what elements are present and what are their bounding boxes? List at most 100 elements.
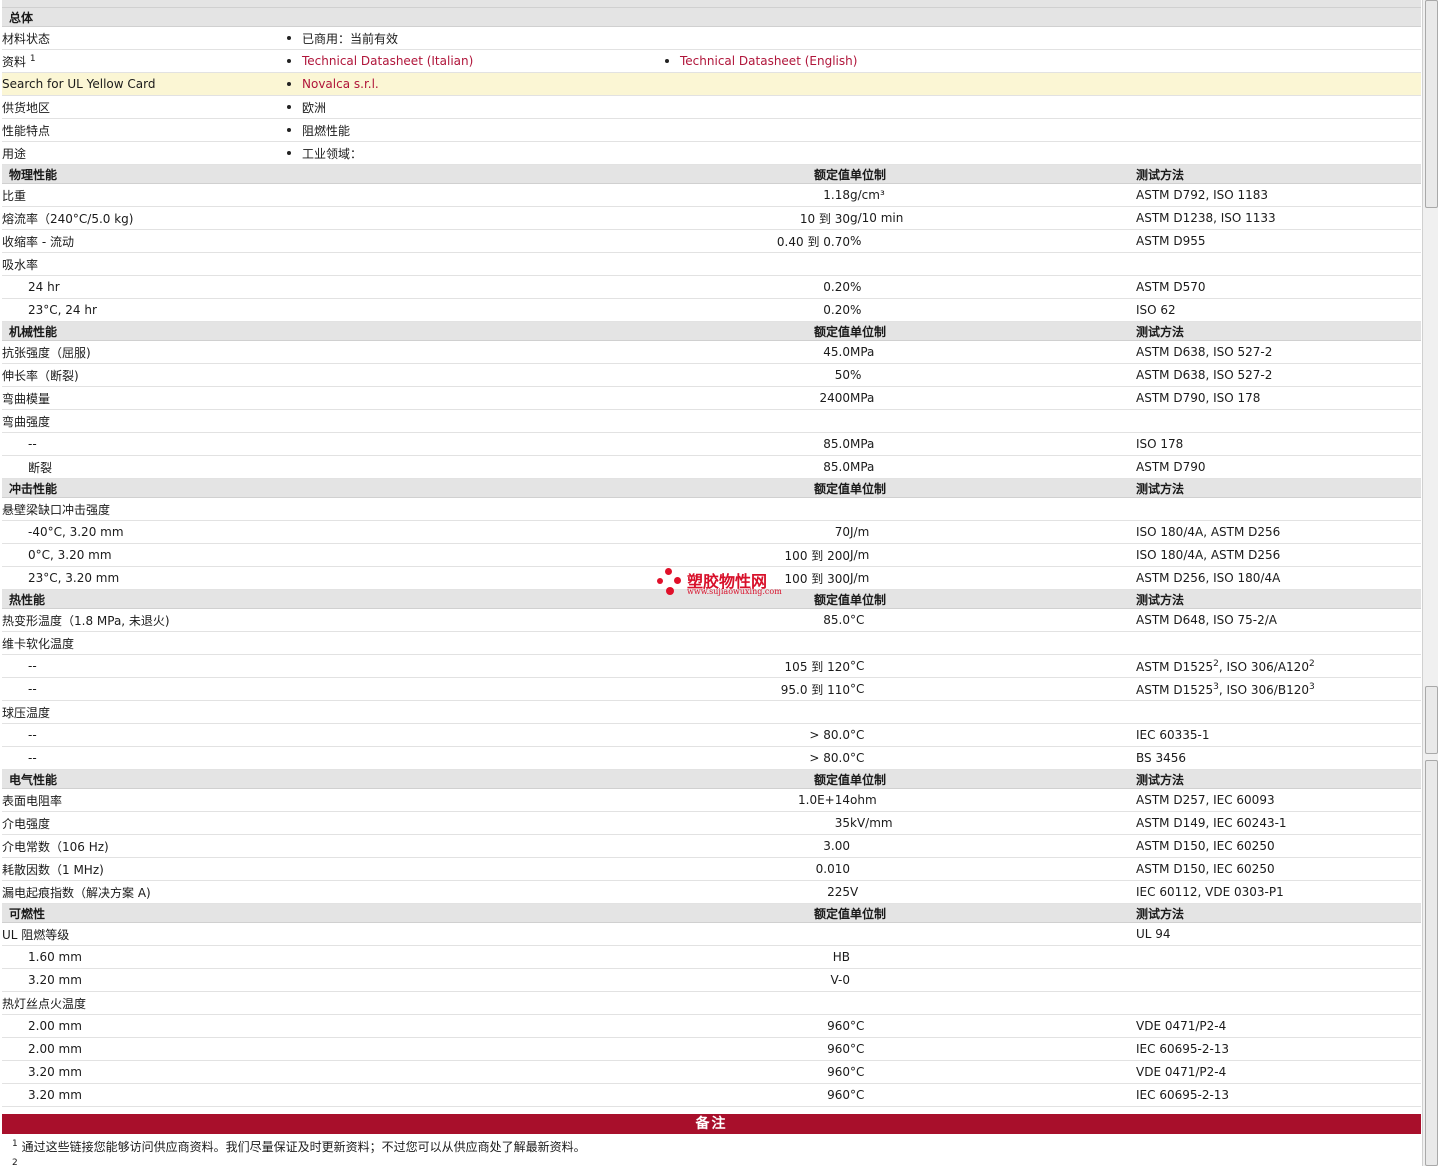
unit-value: °C [850,677,1136,701]
row-documents: 资料 1 Technical Datasheet (Italian) Techn… [2,49,1421,73]
table-row: 抗张强度（屈服) 45.0 MPa ASTM D638, ISO 527-2 [2,340,1421,364]
nominal-value: V-0 [284,968,850,992]
property-label: 收缩率 - 流动 [2,229,284,253]
col-method-header: 测试方法 [1136,164,1421,184]
property-label: 熔流率（240°C/5.0 kg) [2,206,284,230]
unit-value [850,991,1136,1015]
table-row: -- > 80.0 °C BS 3456 [2,746,1421,770]
unit-value: MPa [850,386,1136,410]
nominal-value: 35 [284,811,850,835]
footnote-number: 1 [12,1139,18,1149]
section-title: 热性能 [2,589,284,609]
unit-value: ohm [850,788,1136,812]
nominal-value: 960 [284,1060,850,1084]
col-nominal-header: 额定值 [284,769,850,789]
table-row: -- 95.0 到 110 °C ASTM D15253, ISO 306/B1203 [2,677,1421,701]
property-label: 漏电起痕指数（解决方案 A) [2,880,284,904]
col-method-header: 测试方法 [1136,321,1421,341]
scroll-thumb[interactable] [1425,0,1438,208]
property-label: 表面电阻率 [2,788,284,812]
unit-value: MPa [850,455,1136,479]
table-row: 3.20 mm V-0 [2,968,1421,992]
property-label: -40°C, 3.20 mm [2,520,284,544]
vertical-scrollbar[interactable] [1422,0,1438,1166]
bullet-icon [287,81,291,86]
property-label: 热变形温度（1.8 MPa, 未退火) [2,608,284,632]
unit-value [850,945,1136,969]
test-method: ASTM D15252, ISO 306/A1202 [1136,654,1421,678]
col-nominal-header: 额定值 [284,903,850,923]
table-row: 热变形温度（1.8 MPa, 未退火) 85.0 °C ASTM D648, ISO … [2,608,1421,632]
notes-header: 备注 [2,1114,1421,1134]
test-method [1136,991,1421,1015]
property-label: 球压温度 [2,700,284,724]
bullet-icon [665,58,669,63]
col-unit-header: 单位制 [850,589,1136,609]
test-method: ISO 180/4A, ASTM D256 [1136,520,1421,544]
row-label: 性能特点 [2,118,284,142]
nominal-value: 960 [284,1037,850,1061]
unit-value: % [850,229,1136,253]
test-method: ASTM D638, ISO 527-2 [1136,363,1421,387]
section-mechanical-header: 机械性能 额定值 单位制 测试方法 [2,321,1421,341]
col-method-header: 测试方法 [1136,589,1421,609]
section-physical-header: 物理性能 额定值 单位制 测试方法 [2,164,1421,184]
table-row: 维卡软化温度 [2,631,1421,655]
bullet-icon [287,128,291,132]
nominal-value [284,991,850,1015]
watermark-url: www.sujiaowuxing.com [687,587,782,596]
nominal-value [284,700,850,724]
nominal-value: 1.0E+14 [284,788,850,812]
test-method [1136,700,1421,724]
test-method: ISO 180/4A, ASTM D256 [1136,543,1421,567]
nominal-value: 0.20 [284,275,850,299]
nominal-value: 70 [284,520,850,544]
unit-value: °C [850,1060,1136,1084]
table-row: 比重 1.18 g/cm³ ASTM D792, ISO 1183 [2,183,1421,207]
footnote-2: 2 [12,1158,18,1172]
scroll-thumb[interactable] [1425,686,1438,754]
property-label: 维卡软化温度 [2,631,284,655]
table-row: -- 105 到 120 °C ASTM D15252, ISO 306/A1202 [2,654,1421,678]
property-label: 弯曲模量 [2,386,284,410]
test-method: ASTM D149, IEC 60243-1 [1136,811,1421,835]
unit-value: g/cm³ [850,183,1136,207]
top-strip [2,0,1421,8]
test-method: ASTM D257, IEC 60093 [1136,788,1421,812]
test-method [1136,945,1421,969]
table-row: 2.00 mm 960 °C IEC 60695-2-13 [2,1037,1421,1061]
unit-value [850,922,1136,946]
test-method: ASTM D150, IEC 60250 [1136,834,1421,858]
watermark-logo: 塑胶物性网 www.sujiaowuxing.com [655,566,805,600]
ul-search-label: Search for UL Yellow Card [2,72,284,96]
table-row: -- 85.0 MPa ISO 178 [2,432,1421,456]
nominal-value: 85.0 [284,455,850,479]
property-label: -- [2,723,284,747]
col-unit-header: 单位制 [850,164,1136,184]
unit-value [850,497,1136,521]
nominal-value: 85.0 [284,608,850,632]
col-nominal-header: 额定值 [284,321,850,341]
test-method: IEC 60695-2-13 [1136,1083,1421,1107]
table-row: 介电常数（106 Hz) 3.00 ASTM D150, IEC 60250 [2,834,1421,858]
col-nominal-header: 额定值 [284,478,850,498]
footnote-ref: 2 [1308,658,1315,669]
doc-link-italian[interactable]: Technical Datasheet (Italian) [302,54,473,68]
doc-link-english[interactable]: Technical Datasheet (English) [680,54,857,68]
table-row: 熔流率（240°C/5.0 kg) 10 到 30 g/10 min ASTM D12… [2,206,1421,230]
row-ul-yellow-card: Search for UL Yellow Card Novalca s.r.l. [2,72,1421,96]
unit-value: V [850,880,1136,904]
bullet-icon [287,58,291,63]
row-label: 供货地区 [2,95,284,119]
test-method: ASTM D150, IEC 60250 [1136,857,1421,881]
section-title: 机械性能 [2,321,284,341]
unit-value: °C [850,746,1136,770]
footnote-ref: 3 [1308,681,1315,692]
supplier-link[interactable]: Novalca s.r.l. [302,77,379,91]
logo-dot-icon [666,587,674,595]
table-row: 3.20 mm 960 °C IEC 60695-2-13 [2,1083,1421,1107]
test-method: ASTM D790 [1136,455,1421,479]
scroll-thumb[interactable] [1425,760,1438,1166]
table-row: 表面电阻率 1.0E+14 ohm ASTM D257, IEC 60093 [2,788,1421,812]
usage-value: 工业领域： [302,146,363,161]
